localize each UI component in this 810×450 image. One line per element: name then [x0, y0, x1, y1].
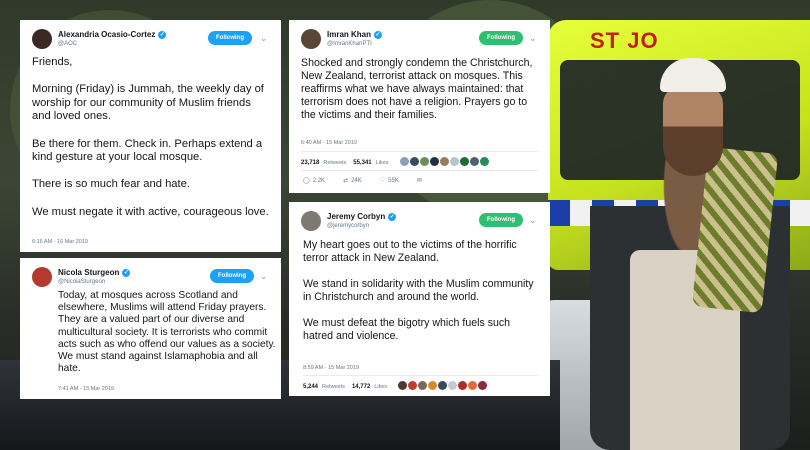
author-name[interactable]: Nicola Sturgeon ✓: [58, 268, 131, 277]
tweet-card-imran-khan: Imran Khan ✓ @ImranKhanPTI Following ⌄ Sh…: [289, 20, 550, 193]
author-name[interactable]: Jeremy Corbyn ✓: [327, 212, 397, 221]
tweet-header: Alexandria Ocasio-Cortez ✓ @AOC Following…: [20, 20, 281, 49]
following-button[interactable]: Following: [210, 269, 254, 283]
chevron-down-icon[interactable]: ⌄: [260, 271, 268, 282]
reply-icon: ◯: [303, 178, 310, 184]
retweet-icon: ⇄: [343, 178, 349, 184]
engagement-stats: 23,718 Retweets 55,341 Likes: [301, 157, 489, 168]
engagement-stats: 5,244 Retweets 14,772 Likes: [303, 381, 488, 392]
liker-avatars[interactable]: [399, 157, 489, 168]
tweet-header: Imran Khan ✓ @ImranKhanPTI Following ⌄: [289, 20, 550, 49]
ambulance-lettering: ST JO: [590, 28, 659, 53]
author-name[interactable]: Imran Khan ✓: [327, 30, 383, 39]
author-name[interactable]: Alexandria Ocasio-Cortez ✓: [58, 30, 167, 39]
tweet-card-jeremy-corbyn: Jeremy Corbyn ✓ @jeremycorbyn Following ⌄…: [289, 202, 550, 396]
author-handle[interactable]: @ImranKhanPTI: [327, 41, 372, 47]
verified-badge-icon: ✓: [374, 30, 383, 39]
tweet-text: Friends, Morning (Friday) is Jummah, the…: [32, 56, 269, 218]
heart-icon: ♡: [379, 178, 386, 184]
reply-button[interactable]: ◯ 2.2K: [303, 177, 325, 185]
following-button[interactable]: Following: [479, 213, 523, 227]
retweet-button[interactable]: ⇄ 24K: [343, 177, 362, 185]
verified-badge-icon: ✓: [158, 30, 167, 39]
tweet-header: Jeremy Corbyn ✓ @jeremycorbyn Following ⌄: [289, 202, 550, 231]
chevron-down-icon[interactable]: ⌄: [529, 215, 537, 226]
message-button[interactable]: ✉: [417, 177, 422, 184]
avatar[interactable]: [301, 29, 321, 49]
following-button[interactable]: Following: [208, 31, 252, 45]
author-handle[interactable]: @AOC: [58, 41, 77, 47]
avatar[interactable]: [32, 267, 52, 287]
mail-icon: ✉: [416, 178, 422, 184]
tweet-text: Shocked and strongly condemn the Christc…: [301, 57, 533, 121]
verified-badge-icon: ✓: [388, 212, 397, 221]
timestamp[interactable]: 6:40 AM - 15 Mar 2019: [301, 140, 357, 146]
liker-avatars[interactable]: [397, 381, 488, 392]
tweet-text: My heart goes out to the victims of the …: [303, 239, 534, 342]
author-handle[interactable]: @jeremycorbyn: [327, 223, 369, 229]
avatar[interactable]: [32, 29, 52, 49]
tweet-text: Today, at mosques across Scotland and el…: [58, 290, 276, 375]
timestamp[interactable]: 8:59 AM - 15 Mar 2019: [303, 365, 359, 371]
person-face: [663, 86, 723, 176]
following-button[interactable]: Following: [479, 31, 523, 45]
tweet-actions: ◯ 2.2K ⇄ 24K ♡ 55K ✉: [303, 177, 422, 185]
timestamp[interactable]: 6:16 AM - 16 Mar 2019: [32, 239, 88, 245]
like-button[interactable]: ♡ 55K: [379, 177, 399, 185]
chevron-down-icon[interactable]: ⌄: [529, 33, 537, 44]
avatar[interactable]: [301, 211, 321, 231]
timestamp[interactable]: 7:41 AM - 15 Mar 2019: [58, 386, 114, 392]
tweet-card-aoc: Alexandria Ocasio-Cortez ✓ @AOC Following…: [20, 20, 281, 252]
author-handle[interactable]: @NicolaSturgeon: [58, 279, 105, 285]
tweet-header: Nicola Sturgeon ✓ @NicolaSturgeon Followi…: [20, 258, 281, 287]
tweet-card-nicola-sturgeon: Nicola Sturgeon ✓ @NicolaSturgeon Followi…: [20, 258, 281, 399]
verified-badge-icon: ✓: [122, 268, 131, 277]
chevron-down-icon[interactable]: ⌄: [260, 33, 268, 44]
